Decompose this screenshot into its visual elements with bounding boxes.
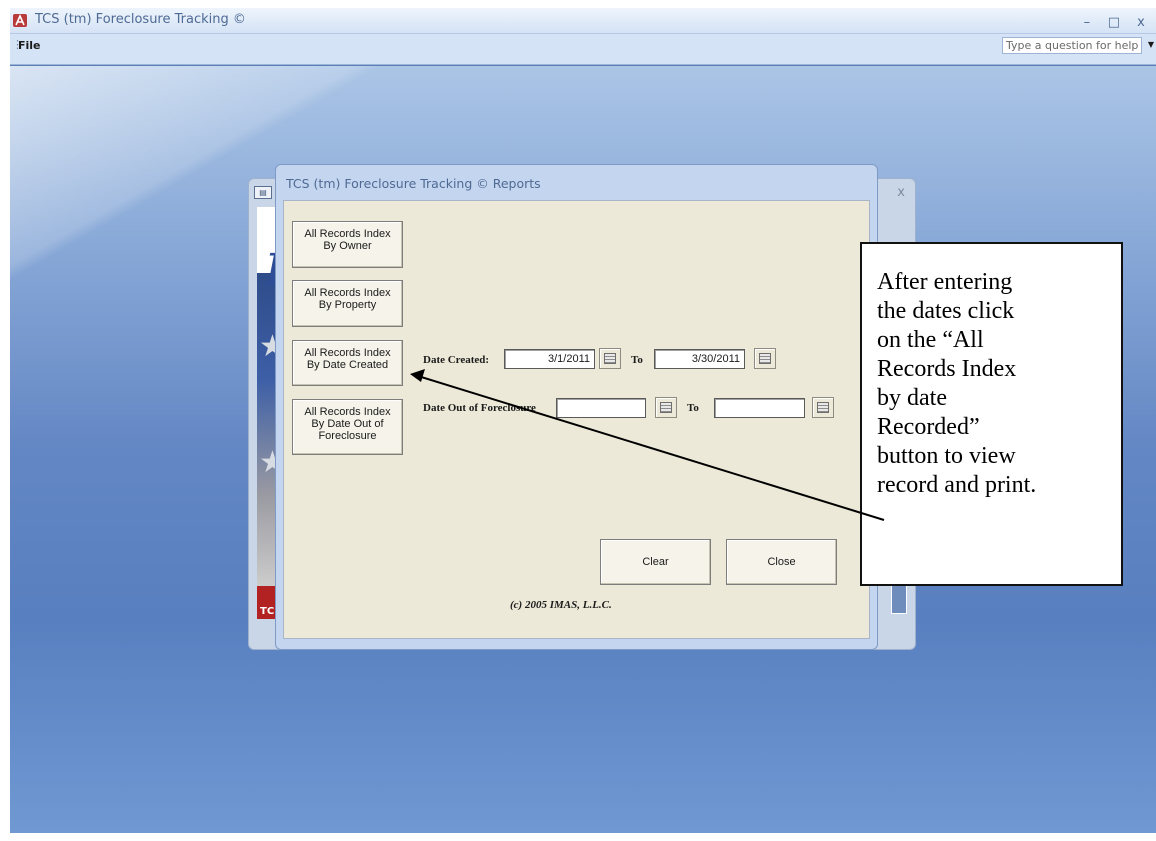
access-app-icon [13, 14, 27, 27]
minimize-button[interactable]: – [1076, 15, 1098, 30]
callout-line: Records Index [877, 356, 1017, 382]
button-line: All Records Index [304, 287, 391, 299]
date-created-to-field[interactable]: 3/30/2011 [654, 349, 745, 369]
annotation-callout: After entering the dates click on the “A… [860, 242, 1123, 586]
help-search-input[interactable]: Type a question for help [1002, 37, 1142, 54]
button-line: By Owner [323, 240, 372, 252]
callout-text: After entering the dates click on the “A… [877, 268, 1121, 500]
date-out-from-field[interactable] [556, 398, 646, 418]
callout-line: Recorded” [877, 414, 980, 440]
form-icon: ▤ [254, 186, 272, 199]
close-dialog-button[interactable]: Close [726, 539, 837, 585]
button-line: By Property [318, 299, 377, 311]
callout-line: by date [877, 385, 947, 411]
dialog-body: All Records Index By Owner All Records I… [283, 200, 870, 639]
calendar-icon[interactable] [655, 397, 677, 418]
help-dropdown-icon[interactable]: ▼ [1148, 40, 1154, 49]
date-out-label: Date Out of Foreclosure [423, 402, 536, 414]
button-line: All Records Index [304, 347, 391, 359]
date-out-to-field[interactable] [714, 398, 805, 418]
reports-dialog: TCS (tm) Foreclosure Tracking © Reports … [275, 164, 878, 650]
copyright-text: (c) 2005 IMAS, L.L.C. [510, 599, 612, 611]
window-title: TCS (tm) Foreclosure Tracking © [35, 12, 246, 27]
report-by-date-created-button[interactable]: All Records Index By Date Created [292, 340, 403, 386]
date-out-to-label: To [687, 402, 699, 414]
report-by-property-button[interactable]: All Records Index By Property [292, 280, 403, 327]
window-controls: – □ x [1076, 11, 1152, 30]
close-button[interactable]: x [1130, 15, 1152, 30]
calendar-icon[interactable] [754, 348, 776, 369]
banner-tag: TC [260, 606, 275, 617]
menu-file[interactable]: File [18, 39, 41, 52]
date-created-from-field[interactable]: 3/1/2011 [504, 349, 595, 369]
button-line: All Records Index [304, 406, 391, 418]
calendar-icon[interactable] [599, 348, 621, 369]
clear-button[interactable]: Clear [600, 539, 711, 585]
report-by-date-out-button[interactable]: All Records Index By Date Out of Foreclo… [292, 399, 403, 455]
dialog-title: TCS (tm) Foreclosure Tracking © Reports [286, 176, 541, 191]
callout-line: on the “All [877, 327, 984, 353]
calendar-icon[interactable] [812, 397, 834, 418]
button-line: Foreclosure [318, 430, 377, 442]
callout-line: button to view [877, 443, 1016, 469]
button-line: All Records Index [304, 228, 391, 240]
callout-line: After entering [877, 269, 1013, 295]
callout-line: record and print. [877, 472, 1037, 498]
menu-bar: ⋮ File Type a question for help ▼ [10, 34, 1156, 65]
date-created-to-label: To [631, 354, 643, 366]
report-by-owner-button[interactable]: All Records Index By Owner [292, 221, 403, 268]
button-line: By Date Created [306, 359, 389, 371]
restore-button[interactable]: □ [1103, 15, 1125, 30]
background-form-close-icon[interactable]: x [897, 185, 905, 200]
button-line: By Date Out of [311, 418, 384, 430]
date-created-label: Date Created: [423, 354, 490, 366]
callout-line: the dates click [877, 298, 1015, 324]
title-bar: TCS (tm) Foreclosure Tracking © – □ x [10, 8, 1156, 34]
